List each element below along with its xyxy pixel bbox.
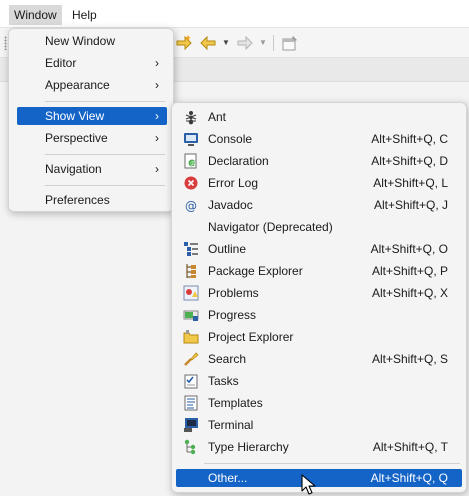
menu-separator — [204, 463, 460, 464]
menu-item-label: Preferences — [45, 193, 110, 207]
menu-item-shortcut: Alt+Shift+Q, O — [370, 242, 448, 256]
pin-editor-icon[interactable] — [281, 34, 299, 52]
submenu-arrow-icon: › — [155, 162, 159, 176]
menu-item-tasks[interactable]: Tasks — [176, 372, 462, 390]
forward-dropdown-icon[interactable]: ▼ — [259, 38, 267, 47]
back-icon[interactable] — [199, 34, 217, 52]
menu-item-label: Navigator (Deprecated) — [208, 220, 333, 234]
menu-item-console[interactable]: Console Alt+Shift+Q, C — [176, 130, 462, 148]
menu-item-label: Other... — [208, 471, 248, 485]
menu-item-label: Search — [208, 352, 247, 366]
menu-item-label: Package Explorer — [208, 264, 303, 278]
menu-item-problems[interactable]: Problems Alt+Shift+Q, X — [176, 284, 462, 302]
menu-item-shortcut: Alt+Shift+Q, D — [371, 154, 448, 168]
submenu-arrow-icon: › — [155, 78, 159, 92]
menu-item-declaration[interactable]: @ Declaration Alt+Shift+Q, D — [176, 152, 462, 170]
menu-item-label: Outline — [208, 242, 247, 256]
menu-item-preferences[interactable]: Preferences — [17, 191, 167, 209]
search-icon — [184, 352, 199, 366]
menu-item-label: Templates — [208, 396, 263, 410]
menu-item-label: New Window — [45, 34, 116, 48]
menu-item-editor[interactable]: Editor › — [17, 54, 167, 72]
menu-item-progress[interactable]: Progress — [176, 306, 462, 324]
package-explorer-icon — [186, 264, 196, 278]
submenu-arrow-icon: › — [155, 131, 159, 145]
menu-item-project-explorer[interactable]: Project Explorer — [176, 328, 462, 346]
menu-item-javadoc[interactable]: @ Javadoc Alt+Shift+Q, J — [176, 196, 462, 214]
menu-separator — [45, 154, 165, 155]
menu-item-shortcut: Alt+Shift+Q, Q — [370, 471, 448, 485]
templates-icon — [184, 395, 198, 411]
menu-item-label: Type Hierarchy — [208, 440, 289, 454]
menu-item-label: Progress — [208, 308, 257, 322]
toolbar-grip[interactable] — [4, 36, 7, 50]
menu-item-shortcut: Alt+Shift+Q, P — [371, 264, 448, 278]
menu-item-show-view[interactable]: Show View › — [17, 107, 167, 125]
menu-item-label: Perspective — [45, 131, 108, 145]
tasks-icon — [184, 374, 198, 389]
type-hierarchy-icon — [184, 439, 196, 455]
menu-item-label: Error Log — [208, 176, 259, 190]
menu-item-label: Console — [208, 132, 253, 146]
menu-item-shortcut: Alt+Shift+Q, J — [373, 198, 448, 212]
menubar-help[interactable]: Help — [67, 5, 102, 25]
menu-item-templates[interactable]: Templates — [176, 394, 462, 412]
console-icon — [184, 133, 198, 146]
menu-bar: Window Help — [0, 0, 469, 28]
project-explorer-icon — [183, 330, 199, 344]
menu-item-label: Problems — [208, 286, 259, 300]
svg-text:@: @ — [190, 161, 196, 168]
menu-item-outline[interactable]: Outline Alt+Shift+Q, O — [176, 240, 462, 258]
menu-item-label: Javadoc — [208, 198, 253, 212]
javadoc-icon: @ — [185, 199, 197, 213]
menu-item-navigation[interactable]: Navigation › — [17, 160, 167, 178]
menu-item-perspective[interactable]: Perspective › — [17, 129, 167, 147]
menu-item-label: Navigation — [45, 162, 102, 176]
menu-item-label: Declaration — [208, 154, 269, 168]
menu-item-error-log[interactable]: Error Log Alt+Shift+Q, L — [176, 174, 462, 192]
menu-item-label: Project Explorer — [208, 330, 294, 344]
menu-item-label: Tasks — [208, 374, 239, 388]
svg-text:@: @ — [185, 199, 197, 213]
back-dropdown-icon[interactable]: ▼ — [222, 38, 230, 47]
menu-item-shortcut: Alt+Shift+Q, C — [371, 132, 448, 146]
menu-separator — [45, 101, 165, 102]
submenu-arrow-icon: › — [155, 56, 159, 70]
show-view-menu: Ant Console Alt+Shift+Q, C @ Declaration… — [171, 102, 467, 493]
menu-item-label: Editor — [45, 56, 77, 70]
next-annotation-icon[interactable] — [175, 34, 193, 52]
ant-icon — [185, 111, 197, 125]
menu-item-package-explorer[interactable]: Package Explorer Alt+Shift+Q, P — [176, 262, 462, 280]
outline-icon — [184, 242, 198, 256]
menu-item-label: Ant — [208, 110, 227, 124]
mouse-pointer-icon — [301, 474, 316, 495]
menu-item-ant[interactable]: Ant — [176, 108, 462, 126]
menu-item-terminal[interactable]: Terminal — [176, 416, 462, 434]
menu-item-appearance[interactable]: Appearance › — [17, 76, 167, 94]
window-menu: New Window Editor › Appearance › Show Vi… — [8, 28, 174, 212]
menu-item-type-hierarchy[interactable]: Type Hierarchy Alt+Shift+Q, T — [176, 438, 462, 456]
menubar-window[interactable]: Window — [9, 5, 62, 25]
progress-icon — [183, 310, 199, 321]
menu-item-label: Show View — [45, 109, 105, 123]
menu-item-new-window[interactable]: New Window — [17, 32, 167, 50]
submenu-arrow-icon: › — [155, 109, 159, 123]
menu-item-shortcut: Alt+Shift+Q, S — [371, 352, 448, 366]
menu-item-shortcut: Alt+Shift+Q, L — [373, 176, 448, 190]
declaration-icon: @ — [184, 153, 197, 169]
problems-icon — [183, 285, 199, 301]
menu-item-label: Appearance — [45, 78, 110, 92]
forward-icon[interactable] — [236, 34, 254, 52]
menu-item-search[interactable]: Search Alt+Shift+Q, S — [176, 350, 462, 368]
error-log-icon — [184, 176, 198, 190]
menu-item-shortcut: Alt+Shift+Q, X — [371, 286, 448, 300]
menu-item-shortcut: Alt+Shift+Q, T — [372, 440, 448, 454]
menu-item-other[interactable]: Other... Alt+Shift+Q, Q — [176, 469, 462, 487]
menu-item-navigator[interactable]: Navigator (Deprecated) — [176, 218, 462, 236]
menu-separator — [45, 185, 165, 186]
terminal-icon — [184, 418, 198, 432]
menu-item-label: Terminal — [208, 418, 254, 432]
toolbar-separator — [273, 35, 274, 51]
